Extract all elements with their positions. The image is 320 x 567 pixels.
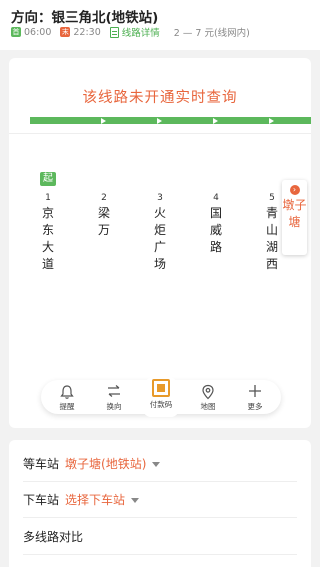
chevron-right-icon: › — [289, 185, 300, 195]
bell-icon — [43, 384, 91, 402]
qr-code-icon — [152, 379, 170, 397]
plus-icon — [231, 384, 279, 402]
wait-station-row[interactable]: 等车站 墩子塘(地铁站) — [23, 446, 297, 482]
first-bus-icon: 首 — [11, 27, 21, 37]
stop-name: 国威路 — [209, 206, 222, 254]
line-detail-link[interactable]: 线路详情 — [122, 25, 160, 39]
last-bus-icon: 末 — [60, 27, 71, 37]
pay-code-label: 付款码 — [149, 400, 173, 409]
fare-range: 2 — 7 元(线网内) — [173, 28, 250, 39]
stop-number: 5 — [269, 193, 275, 203]
direction-arrow-icon — [269, 118, 274, 124]
realtime-notice: 该线路未开通实时查询 — [82, 90, 238, 106]
multi-line-compare-label: 多线路对比 — [23, 530, 84, 544]
stop-name: 火炬广场 — [153, 206, 166, 271]
alight-station-label: 下车站 — [23, 493, 60, 507]
stop-number: 3 — [157, 193, 163, 203]
direction-arrow-icon — [157, 118, 162, 124]
bus-stop[interactable]: 2 梁万 — [97, 192, 111, 239]
last-bus-time: 22:30 — [73, 26, 101, 38]
bus-stop[interactable]: 3 火炬广场 — [153, 192, 167, 273]
more-button[interactable]: 更多 — [231, 380, 279, 414]
direction-title: 方向：银三角北(地铁站) — [11, 6, 158, 26]
remind-button[interactable]: 提醒 — [43, 380, 91, 414]
stop-number: 4 — [213, 193, 219, 203]
current-stop-card[interactable]: › 墩子塘 — [282, 180, 307, 255]
switch-direction-label: 换向 — [106, 402, 122, 411]
wait-station-value: 墩子塘(地铁站) — [65, 457, 147, 471]
divider — [9, 133, 311, 134]
map-pin-icon — [184, 384, 232, 402]
stop-name: 青山湖西 — [265, 206, 278, 271]
direction-arrow-icon — [213, 118, 218, 124]
map-label: 地图 — [200, 402, 216, 411]
alight-station-row[interactable]: 下车站 选择下车站 — [23, 482, 297, 518]
bus-stop[interactable]: 5 青山湖西 — [265, 192, 279, 273]
wait-station-label: 等车站 — [23, 457, 60, 471]
current-stop-name: 墩子塘 — [282, 198, 307, 229]
options-list: 等车站 墩子塘(地铁站) 下车站 选择下车站 多线路对比 — [9, 440, 311, 567]
map-button[interactable]: 地图 — [184, 380, 232, 414]
pay-code-button[interactable]: 付款码 — [143, 373, 179, 417]
remind-label: 提醒 — [59, 402, 75, 411]
direction-prefix: 方向： — [11, 10, 52, 26]
caret-down-icon — [152, 462, 161, 467]
first-bus-time: 06:00 — [24, 26, 52, 38]
more-label: 更多 — [247, 402, 263, 411]
stop-number: 1 — [45, 193, 51, 203]
multi-line-compare-row[interactable]: 多线路对比 — [23, 519, 297, 555]
swap-icon — [90, 384, 138, 402]
caret-down-icon — [131, 498, 140, 503]
stop-name: 梁万 — [97, 206, 110, 237]
start-badge: 起 — [40, 172, 56, 186]
direction-value: 银三角北(地铁站) — [51, 10, 159, 26]
alight-station-value: 选择下车站 — [65, 493, 126, 507]
stop-number: 2 — [101, 193, 107, 203]
bus-stop[interactable]: 4 国威路 — [209, 192, 223, 256]
route-header: 方向：银三角北(地铁站) 首 06:00 末 22:30 线路详情 2 — 7 … — [0, 0, 320, 50]
switch-direction-button[interactable]: 换向 — [90, 380, 138, 414]
direction-arrow-icon — [101, 118, 106, 124]
stop-name: 京东大道 — [41, 206, 54, 271]
schedule-info: 首 06:00 末 22:30 线路详情 2 — 7 元(线网内) — [11, 25, 250, 39]
bus-stop[interactable]: 1 京东大道 — [41, 192, 55, 273]
document-icon — [109, 26, 119, 38]
